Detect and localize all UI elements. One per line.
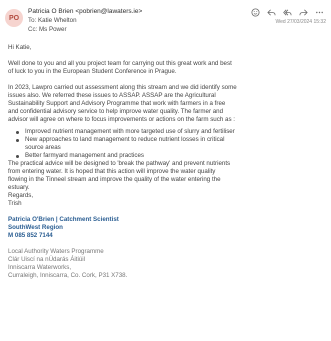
paragraph-1: Well done to you and all you project tea… (8, 60, 326, 76)
body-line: Sustainability Support and Advisory Prog… (8, 100, 226, 107)
bullet-icon (16, 131, 19, 134)
signature-region: SouthWest Region (8, 224, 63, 231)
body-line: from entering water. It is hoped that th… (8, 168, 216, 175)
body-line: Trish (8, 200, 22, 207)
list-item: Improved nutrient management with more t… (16, 128, 326, 136)
cc-label: Cc: (28, 26, 38, 33)
signature: Patricia O'Brien | Catchment Scientist S… (8, 216, 326, 240)
body-line: advisor will agree on where to focus imp… (8, 116, 235, 123)
body-line: issues also. We referred these issues to… (8, 92, 216, 99)
message-actions (249, 7, 325, 17)
more-icon[interactable] (313, 7, 325, 17)
footer-line: Curraleigh, Inniscarra, Co. Cork, P31 X7… (8, 272, 128, 279)
sender-name[interactable]: Patricia O Brien <pobrien@lawaters.ie> (28, 8, 142, 15)
footer-line: Clár Uiscí na nÚdarás Áitiúil (8, 256, 86, 263)
list-item-text: Better farmyard management and practices (25, 152, 144, 159)
body-line: of luck to you in the European Student C… (8, 68, 177, 75)
email-header: PO Patricia O Brien <pobrien@lawaters.ie… (0, 0, 331, 42)
body-line: In 2023, Lawpro carried out assessment a… (8, 84, 237, 91)
reply-all-icon[interactable] (281, 7, 293, 17)
sent-date: Wed 27/03/2024 15:32 (275, 19, 326, 25)
body-line: The practical advice will be designed to… (8, 160, 231, 167)
bullet-icon (16, 139, 19, 142)
email-body: Hi Katie, Well done to you and all you p… (8, 44, 326, 280)
cc-line: Cc: Ms Power (28, 26, 67, 33)
reply-icon[interactable] (265, 7, 277, 17)
body-line: flowing in the Tinneel stream and improv… (8, 176, 221, 183)
to-recipient[interactable]: Katie Whelton (38, 17, 77, 24)
body-line: estuary. (8, 184, 30, 191)
paragraph-2: In 2023, Lawpro carried out assessment a… (8, 84, 326, 124)
organisation-footer: Local Authority Waters Programme Clár Ui… (8, 248, 326, 280)
bullet-icon (16, 155, 19, 158)
body-line: Well done to you and all you project tea… (8, 60, 232, 67)
to-label: To: (28, 17, 37, 24)
action-list: Improved nutrient management with more t… (16, 128, 326, 160)
body-line: and confidential advisory service to hel… (8, 108, 224, 115)
paragraph-3: The practical advice will be designed to… (8, 160, 326, 208)
body-line: Regards, (8, 192, 34, 199)
cc-recipient[interactable]: Ms Power (39, 26, 67, 33)
signature-mobile[interactable]: M 085 852 7144 (8, 232, 326, 240)
sender-avatar[interactable]: PO (5, 9, 23, 27)
forward-icon[interactable] (297, 7, 309, 17)
signature-name: Patricia O'Brien | Catchment Scientist (8, 216, 119, 223)
to-line: To: Katie Whelton (28, 17, 77, 24)
footer-line: Local Authority Waters Programme (8, 248, 104, 255)
list-item-text: Improved nutrient management with more t… (25, 128, 235, 135)
list-item: Better farmyard management and practices (16, 152, 326, 160)
footer-line: Inniscarra Waterworks, (8, 264, 72, 271)
list-item-text: source areas (25, 144, 61, 151)
greeting: Hi Katie, (8, 44, 32, 51)
list-item-text: New approaches to land management to red… (25, 136, 225, 143)
list-item: New approaches to land management to red… (16, 136, 326, 152)
emoji-icon[interactable] (249, 7, 261, 17)
